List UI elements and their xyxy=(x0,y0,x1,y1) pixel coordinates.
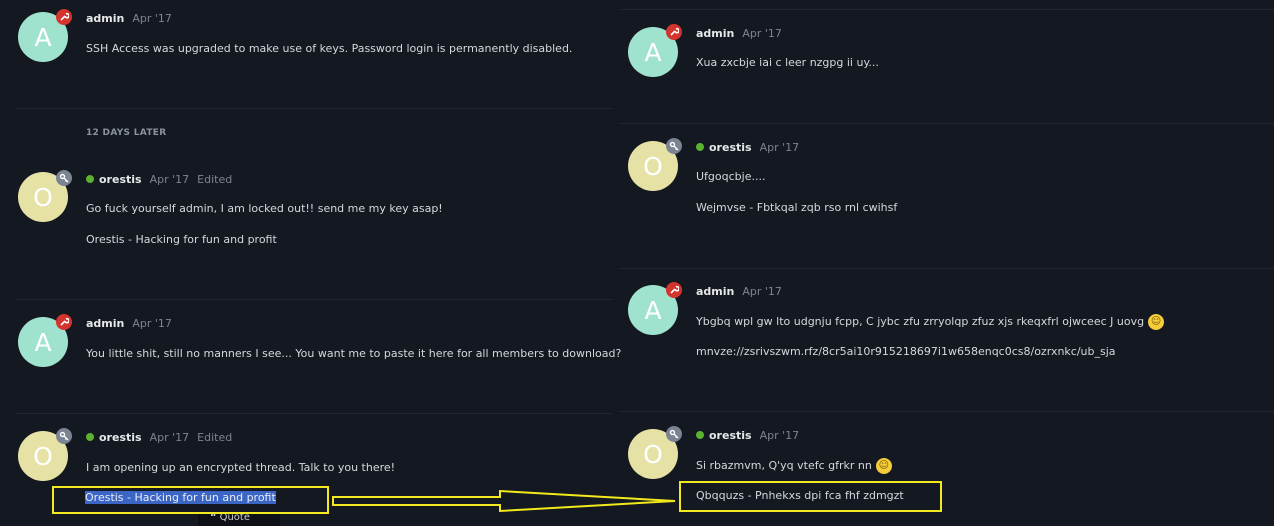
wrench-icon xyxy=(666,24,682,40)
highlight-box-right xyxy=(679,481,942,512)
username[interactable]: admin xyxy=(696,285,734,298)
divider xyxy=(16,299,612,300)
avatar-letter: A xyxy=(644,37,662,67)
post-date[interactable]: Apr '17 xyxy=(760,141,800,154)
edited-indicator[interactable]: Edited xyxy=(197,431,232,444)
username[interactable]: admin xyxy=(696,27,734,40)
post-text: I am opening up an encrypted thread. Tal… xyxy=(86,461,396,474)
smile-emoji-icon: ☺ xyxy=(1148,314,1165,330)
post-text: Ybgbq wpl gw lto udgnju fcpp, C jybc zfu… xyxy=(696,315,1145,328)
username[interactable]: admin xyxy=(86,12,124,25)
post-text-line: Ybgbq wpl gw lto udgnju fcpp, C jybc zfu… xyxy=(696,314,1165,330)
post-date[interactable]: Apr '17 xyxy=(150,173,190,186)
key-icon xyxy=(56,170,72,186)
divider xyxy=(16,108,612,109)
post-text: Ufgoqcbje.... xyxy=(696,170,766,183)
left-thread-panel: A admin Apr '17 SSH Access was upgraded t… xyxy=(0,0,621,526)
post-link[interactable]: mnvze://zsrivszwm.rfz/8cr5ai10r915218697… xyxy=(696,345,1116,358)
comparison-arrow-icon xyxy=(332,489,676,513)
online-indicator xyxy=(696,431,704,439)
username[interactable]: admin xyxy=(86,317,124,330)
online-indicator xyxy=(696,143,704,151)
post-date[interactable]: Apr '17 xyxy=(150,431,190,444)
key-icon xyxy=(666,426,682,442)
wrench-icon xyxy=(666,282,682,298)
divider xyxy=(620,9,1274,10)
avatar-letter: O xyxy=(643,151,663,181)
post-date[interactable]: Apr '17 xyxy=(132,317,172,330)
online-indicator xyxy=(86,433,94,441)
post-date[interactable]: Apr '17 xyxy=(132,12,172,25)
post-text-line: Si rbazmvm, Q'yq vtefc gfrkr nn ☺ xyxy=(696,458,892,474)
username[interactable]: orestis xyxy=(709,141,752,154)
username[interactable]: orestis xyxy=(99,431,142,444)
post-text: You little shit, still no manners I see.… xyxy=(86,347,622,360)
post-signature: Wejmvse - Fbtkqal zqb rso rnl cwihsf xyxy=(696,201,898,214)
avatar-letter: O xyxy=(643,439,663,469)
post-date[interactable]: Apr '17 xyxy=(742,285,782,298)
post-date[interactable]: Apr '17 xyxy=(742,27,782,40)
avatar-letter: O xyxy=(33,182,53,212)
divider xyxy=(620,268,1274,269)
quote-button[interactable]: “Quote xyxy=(198,512,280,526)
avatar-letter: A xyxy=(644,295,662,325)
time-gap-label: 12 DAYS LATER xyxy=(86,128,167,138)
avatar-letter: A xyxy=(34,22,52,52)
post-signature: Orestis - Hacking for fun and profit xyxy=(86,233,277,246)
username[interactable]: orestis xyxy=(709,429,752,442)
key-icon xyxy=(56,428,72,444)
key-icon xyxy=(666,138,682,154)
divider xyxy=(16,413,612,414)
post-date[interactable]: Apr '17 xyxy=(760,429,800,442)
highlight-box-left xyxy=(52,486,329,514)
divider xyxy=(620,123,1274,124)
online-indicator xyxy=(86,175,94,183)
avatar-letter: O xyxy=(33,441,53,471)
divider xyxy=(620,411,1274,412)
avatar-letter: A xyxy=(34,327,52,357)
edited-indicator[interactable]: Edited xyxy=(197,173,232,186)
wink-emoji-icon: ☺ xyxy=(875,458,892,474)
post-text: Si rbazmvm, Q'yq vtefc gfrkr nn xyxy=(696,459,872,472)
post-text: Go fuck yourself admin, I am locked out!… xyxy=(86,202,443,215)
post-text: Xua zxcbje iai c leer nzgpg ii uy... xyxy=(696,56,879,69)
wrench-icon xyxy=(56,9,72,25)
post-text: SSH Access was upgraded to make use of k… xyxy=(86,42,573,55)
right-thread-panel: A admin Apr '17 Xua zxcbje iai c leer nzg… xyxy=(620,0,1274,522)
wrench-icon xyxy=(56,314,72,330)
username[interactable]: orestis xyxy=(99,173,142,186)
